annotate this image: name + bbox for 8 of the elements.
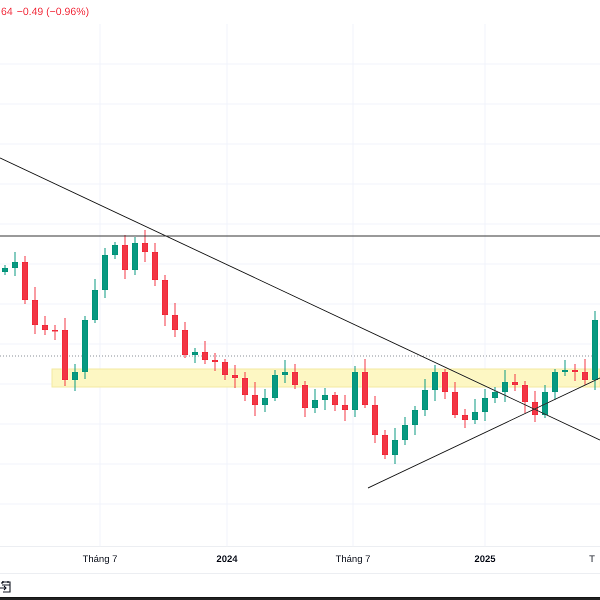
time-axis-label: T [589, 554, 595, 565]
time-axis-label: Tháng 7 [82, 554, 118, 565]
time-axis-label: Tháng 7 [336, 554, 370, 565]
price-change: −0.49 (−0.96%) [16, 6, 90, 18]
time-axis-label: 2024 [216, 554, 238, 565]
calendar-arrow-icon[interactable] [0, 578, 11, 592]
time-axis-label: 2025 [474, 554, 496, 565]
last-price: 64 [1, 6, 13, 18]
